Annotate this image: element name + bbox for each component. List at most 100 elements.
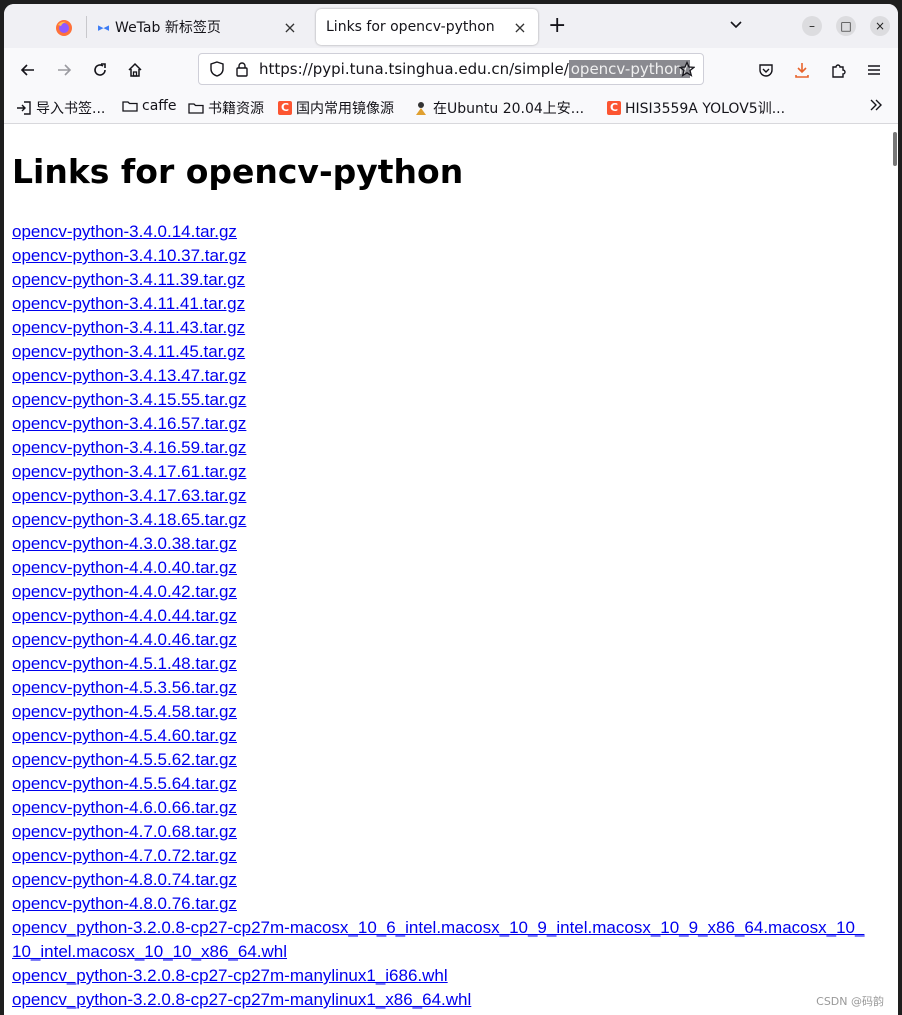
bookmark-ubuntu[interactable]: 在Ubuntu 20.04上安... <box>413 98 584 118</box>
package-link[interactable]: opencv-python-4.5.4.60.tar.gz <box>12 724 872 748</box>
tab-opencv[interactable]: Links for opencv-python × <box>316 9 538 45</box>
package-link[interactable]: opencv-python-4.5.5.64.tar.gz <box>12 772 872 796</box>
folder-icon <box>122 98 138 114</box>
downloads-button[interactable] <box>789 57 815 83</box>
package-link[interactable]: opencv-python-4.4.0.40.tar.gz <box>12 556 872 580</box>
package-link[interactable]: opencv-python-4.5.1.48.tar.gz <box>12 652 872 676</box>
firefox-icon <box>56 20 72 36</box>
lock-icon <box>236 62 248 77</box>
reload-icon <box>94 63 106 76</box>
package-link[interactable]: opencv-python-3.4.16.59.tar.gz <box>12 436 872 460</box>
package-link[interactable]: opencv_python-3.2.0.8-cp27-cp27m-macosx_… <box>12 916 872 964</box>
package-link[interactable]: opencv-python-4.5.4.58.tar.gz <box>12 700 872 724</box>
back-arrow-icon <box>20 64 34 76</box>
package-link[interactable]: opencv-python-3.4.11.41.tar.gz <box>12 292 872 316</box>
forward-arrow-icon <box>58 64 72 76</box>
tab-close-button[interactable]: × <box>512 18 528 37</box>
watermark: CSDN @码韵 <box>816 995 884 1008</box>
package-link[interactable]: opencv-python-3.4.11.45.tar.gz <box>12 340 872 364</box>
package-link[interactable]: opencv-python-4.4.0.42.tar.gz <box>12 580 872 604</box>
tab-separator <box>86 16 87 38</box>
close-window-button[interactable]: × <box>870 16 890 36</box>
page-title: Links for opencv-python <box>12 152 464 191</box>
package-link[interactable]: opencv-python-4.4.0.44.tar.gz <box>12 604 872 628</box>
package-link[interactable]: opencv-python-4.4.0.46.tar.gz <box>12 628 872 652</box>
list-all-tabs-button[interactable] <box>728 16 744 36</box>
package-link[interactable]: opencv-python-4.3.0.38.tar.gz <box>12 532 872 556</box>
bookmark-mirrors[interactable]: C 国内常用镜像源 <box>278 98 394 118</box>
chevron-down-icon <box>730 21 742 29</box>
new-tab-button[interactable]: + <box>548 15 566 37</box>
package-link[interactable]: opencv-python-4.7.0.68.tar.gz <box>12 820 872 844</box>
csdn-icon: C <box>607 101 621 115</box>
package-link[interactable]: opencv-python-4.8.0.76.tar.gz <box>12 892 872 916</box>
hamburger-icon <box>868 65 880 75</box>
folder-icon <box>188 100 204 116</box>
wetab-icon: ▸◂ <box>98 20 110 34</box>
package-link[interactable]: opencv-python-3.4.16.57.tar.gz <box>12 412 872 436</box>
package-link[interactable]: opencv_python-3.2.0.8-cp27-cp27m-manylin… <box>12 988 872 1012</box>
home-button[interactable] <box>122 57 148 83</box>
download-icon <box>795 63 809 78</box>
bookmark-label: caffe <box>142 98 177 114</box>
package-link[interactable]: opencv-python-4.7.0.72.tar.gz <box>12 844 872 868</box>
package-link[interactable]: opencv-python-4.6.0.66.tar.gz <box>12 796 872 820</box>
url-selected: opencv-python/ <box>568 60 690 78</box>
package-link[interactable]: opencv-python-3.4.0.14.tar.gz <box>12 220 872 244</box>
bookmark-import[interactable]: 导入书签... <box>16 98 105 118</box>
package-link[interactable]: opencv-python-3.4.15.55.tar.gz <box>12 388 872 412</box>
package-link[interactable]: opencv-python-3.4.10.37.tar.gz <box>12 244 872 268</box>
import-icon <box>16 100 32 116</box>
csdn-icon: C <box>278 101 292 115</box>
forward-button[interactable] <box>51 57 77 83</box>
package-link[interactable]: opencv_python-3.2.0.8-cp27-cp27m-manylin… <box>12 964 872 988</box>
bookmark-books[interactable]: 书籍资源 <box>188 98 264 118</box>
browser-window: ▸◂ WeTab 新标签页 × Links for opencv-python … <box>4 4 898 1015</box>
bookmarks-overflow-button[interactable] <box>868 97 884 113</box>
menu-button[interactable] <box>861 57 887 83</box>
tab-title: WeTab 新标签页 <box>115 20 221 36</box>
tab-wetab[interactable]: ▸◂ WeTab 新标签页 × <box>88 9 308 45</box>
page-content: Links for opencv-python opencv-python-3.… <box>4 124 898 1015</box>
bookmarks-bar: 导入书签... caffe 书籍资源 C 国内常用镜像源 在Ubuntu 20.… <box>4 92 898 124</box>
url-base: https://pypi.tuna.tsinghua.edu.cn/simple… <box>259 60 569 78</box>
puzzle-icon <box>832 64 846 78</box>
reload-button[interactable] <box>87 57 113 83</box>
url-text[interactable]: https://pypi.tuna.tsinghua.edu.cn/simple… <box>259 60 690 78</box>
package-link[interactable]: opencv-python-3.4.18.65.tar.gz <box>12 508 872 532</box>
nav-bar: https://pypi.tuna.tsinghua.edu.cn/simple… <box>4 48 898 92</box>
tab-close-button[interactable]: × <box>282 18 298 37</box>
package-link[interactable]: opencv-python-3.4.13.47.tar.gz <box>12 364 872 388</box>
package-link[interactable]: opencv-python-4.5.3.56.tar.gz <box>12 676 872 700</box>
shield-icon <box>210 61 224 77</box>
package-link[interactable]: opencv-python-4.5.5.62.tar.gz <box>12 748 872 772</box>
extensions-button[interactable] <box>825 57 851 83</box>
tab-bar: ▸◂ WeTab 新标签页 × Links for opencv-python … <box>4 4 898 48</box>
home-icon <box>128 62 142 77</box>
ubuntu-icon <box>413 100 429 116</box>
scrollbar-thumb[interactable] <box>893 132 897 166</box>
package-link[interactable]: opencv-python-4.8.0.74.tar.gz <box>12 868 872 892</box>
bookmark-label: HISI3559A YOLOV5训... <box>625 101 786 117</box>
minimize-button[interactable]: – <box>802 16 822 36</box>
bookmark-label: 导入书签... <box>36 101 106 117</box>
link-list: opencv-python-3.4.0.14.tar.gz opencv-pyth… <box>12 220 872 1012</box>
bookmark-label: 国内常用镜像源 <box>296 101 394 117</box>
double-chevron-right-icon <box>870 99 882 111</box>
package-link[interactable]: opencv-python-3.4.17.61.tar.gz <box>12 460 872 484</box>
bookmark-caffe[interactable]: caffe <box>122 98 177 114</box>
firefox-view-button[interactable] <box>42 12 86 44</box>
package-link[interactable]: opencv-python-3.4.17.63.tar.gz <box>12 484 872 508</box>
package-link[interactable]: opencv-python-3.4.11.43.tar.gz <box>12 316 872 340</box>
bookmark-hisi[interactable]: C HISI3559A YOLOV5训... <box>607 98 785 118</box>
pocket-button[interactable] <box>753 57 779 83</box>
bookmark-label: 书籍资源 <box>208 101 264 117</box>
tab-title: Links for opencv-python <box>326 19 495 35</box>
back-button[interactable] <box>15 57 41 83</box>
maximize-button[interactable]: □ <box>836 16 856 36</box>
star-icon[interactable] <box>679 61 695 77</box>
package-link[interactable]: opencv-python-3.4.11.39.tar.gz <box>12 268 872 292</box>
pocket-icon <box>759 64 773 77</box>
scrollbar[interactable] <box>890 124 898 1015</box>
url-bar[interactable]: https://pypi.tuna.tsinghua.edu.cn/simple… <box>198 53 704 85</box>
